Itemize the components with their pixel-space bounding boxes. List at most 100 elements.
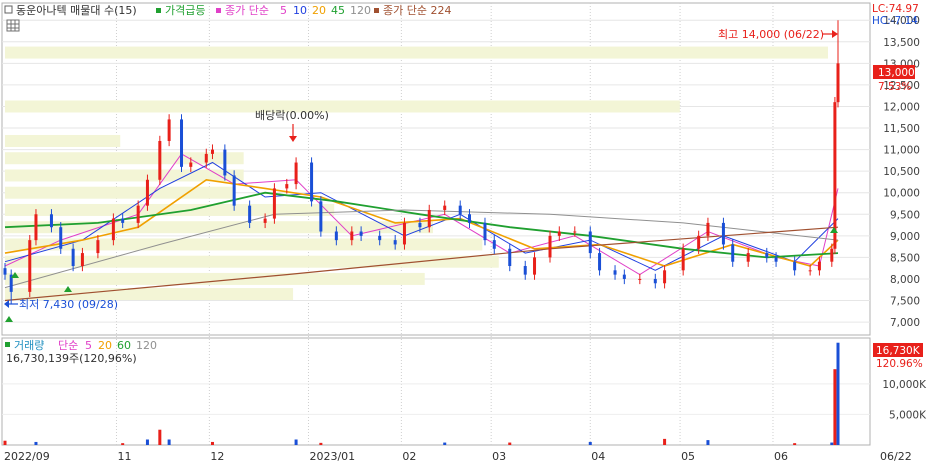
- ma-long-label: 종가 단순 224: [383, 4, 451, 17]
- price-tick-label: 9,000: [890, 231, 920, 243]
- candle-body: [613, 270, 617, 275]
- volume-ma-period-120: 120: [136, 339, 157, 352]
- candle-body: [378, 235, 382, 241]
- candle-body: [731, 244, 735, 262]
- volume-bar: [508, 442, 512, 445]
- candle-body: [248, 205, 252, 223]
- candle-body: [111, 218, 115, 241]
- candle-body: [598, 253, 602, 271]
- stock-chart: 7,000 7,500 8,000 8,500 9,000 9,500 10,000 10,5…: [1, 2, 927, 463]
- volume-profile-bar: [5, 100, 680, 113]
- volume-value: 16,730,139주(120,96%): [6, 352, 137, 365]
- current-date-label: 06/22: [880, 450, 912, 463]
- price-tick-label: 9,500: [890, 209, 920, 221]
- volume-profile-bar: [5, 152, 244, 165]
- volume-bar: [319, 442, 323, 445]
- price-tick-label: 11,000: [883, 145, 920, 157]
- candle-body: [774, 257, 778, 262]
- date-tick-label: 04: [591, 450, 605, 463]
- volume-label: 거래량: [14, 339, 44, 352]
- candle-body: [223, 149, 227, 176]
- candle-body: [706, 222, 710, 236]
- current-volume-value: 16,730K: [876, 345, 921, 357]
- candle-body: [681, 248, 685, 271]
- candle-body: [817, 261, 821, 271]
- volume-bar: [210, 441, 214, 445]
- candle-body: [334, 231, 338, 241]
- volume-bar: [167, 439, 171, 445]
- candle-body: [204, 153, 208, 163]
- volume-bar: [836, 342, 840, 445]
- dividend-annotation: 배당락(0.00%): [255, 109, 329, 122]
- candle-body: [59, 227, 63, 249]
- price-tick-label: 7,000: [890, 317, 920, 329]
- price-tick-label: 10,500: [883, 166, 920, 178]
- candle-body: [483, 222, 487, 241]
- candle-body: [588, 231, 592, 254]
- ma-period-5: 5: [280, 4, 287, 17]
- volume-bar: [793, 443, 797, 445]
- candle-body: [533, 257, 537, 275]
- volume-bar: [158, 429, 162, 445]
- price-tick-label: 12,000: [883, 101, 920, 113]
- volume-profile-bar: [5, 46, 828, 59]
- price-tick-label: 8,500: [890, 252, 920, 264]
- candle-body: [189, 162, 193, 167]
- candle-body: [508, 248, 512, 267]
- date-tick-label: 06: [774, 450, 788, 463]
- date-axis: 2022/09 11 12 2023/01 02 03 04 05 06: [4, 450, 788, 463]
- candle-body: [80, 253, 84, 267]
- volume-bar: [443, 442, 447, 445]
- candle-body: [210, 149, 214, 154]
- price-rise-label: 가격급등: [165, 4, 205, 17]
- candle-body: [836, 63, 840, 103]
- candle-body: [232, 175, 236, 206]
- candle-body: [310, 162, 314, 202]
- volume-profile-bar: [5, 134, 121, 147]
- candle-body: [136, 205, 140, 223]
- ma-label: 종가 단순: [225, 4, 269, 17]
- candle-body: [96, 240, 100, 254]
- hc-readout: HC:-7.14: [872, 15, 918, 27]
- volume-tick-label: 10,000K: [882, 379, 927, 391]
- candle-body: [319, 201, 323, 232]
- volume-bar: [663, 438, 667, 445]
- candle-body: [272, 188, 276, 219]
- candle-body: [121, 218, 125, 223]
- ma-period-120: 120: [350, 4, 371, 17]
- date-tick-label: 2022/09: [4, 450, 50, 463]
- candle-body: [830, 248, 834, 262]
- current-price-value: 13,000: [878, 67, 915, 79]
- current-volume-change: 120.96%: [876, 358, 923, 370]
- table-icon[interactable]: [6, 19, 20, 32]
- candle-body: [622, 274, 626, 279]
- price-tick-label: 10,000: [883, 188, 920, 200]
- price-tick-label: 7,500: [890, 296, 920, 308]
- date-tick-label: 12: [210, 450, 224, 463]
- volume-bar: [294, 439, 298, 445]
- candle-body: [71, 248, 75, 267]
- date-tick-label: 03: [492, 450, 506, 463]
- volume-bar: [121, 443, 125, 445]
- current-price-change: 7.53%: [878, 81, 911, 93]
- price-tick-label: 13,500: [883, 37, 920, 49]
- candle-body: [145, 179, 149, 206]
- ma-period-20: 20: [312, 4, 326, 17]
- volume-bar: [706, 440, 710, 445]
- candle-body: [34, 214, 38, 241]
- candle-body: [458, 205, 462, 215]
- price-tick-label: 11,500: [883, 123, 920, 135]
- candle-body: [721, 222, 725, 245]
- candle-body: [573, 231, 577, 233]
- candle-body: [548, 235, 552, 258]
- candle-body: [443, 205, 447, 210]
- candle-body: [808, 270, 812, 272]
- date-tick-label: 11: [117, 450, 131, 463]
- volume-profile-bar: [5, 238, 483, 251]
- volume-bar: [34, 441, 38, 445]
- stock-name: 동운아나텍 매물대 수(15): [16, 4, 137, 17]
- volume-bar: [833, 369, 837, 445]
- candle-body: [167, 119, 171, 141]
- date-tick-label: 05: [681, 450, 695, 463]
- price-tick-label: 8,000: [890, 274, 920, 286]
